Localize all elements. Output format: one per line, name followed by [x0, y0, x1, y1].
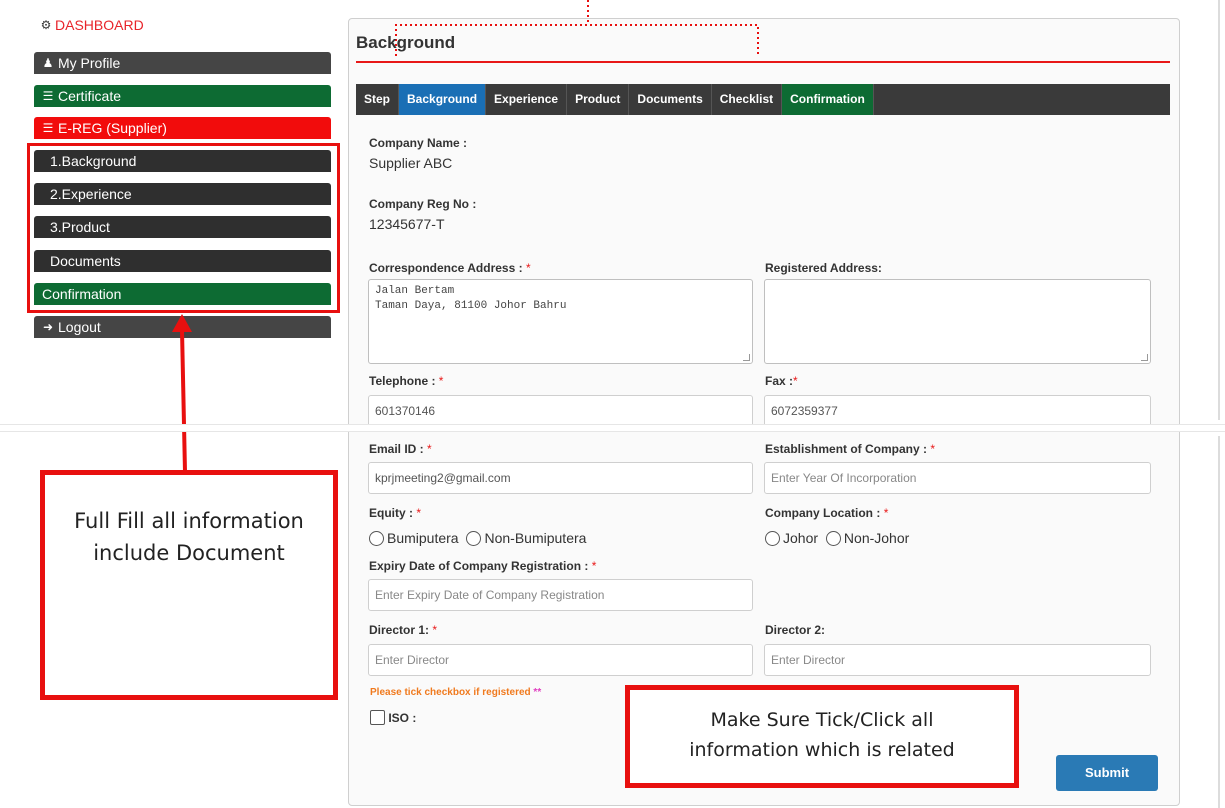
company-reg-value: 12345677-T [369, 216, 445, 232]
expiry-input[interactable]: Enter Expiry Date of Company Registratio… [368, 579, 753, 611]
telephone-input[interactable]: 601370146 [368, 395, 753, 427]
sidebar-item-label: Certificate [58, 88, 122, 104]
page-title: Background [356, 33, 456, 52]
director1-input[interactable]: Enter Director [368, 644, 753, 676]
tab-confirmation[interactable]: Confirmation [782, 84, 874, 115]
company-reg-label: Company Reg No : [369, 197, 477, 211]
sidebar-item-label: Logout [58, 319, 101, 335]
radio-johor[interactable]: Johor [765, 530, 818, 546]
annotation-box-left: Full Fill all information include Docume… [40, 470, 338, 700]
annotation-text: Make Sure Tick/Click all information whi… [689, 709, 955, 761]
tab-product[interactable]: Product [567, 84, 630, 115]
annotation-text: Full Fill all information include Docume… [74, 509, 304, 565]
radio-bumiputera[interactable]: Bumiputera [369, 530, 459, 546]
email-input[interactable]: kprjmeeting2@gmail.com [368, 462, 753, 494]
list-icon: ☰ [42, 121, 54, 135]
radio-circle-icon [466, 531, 482, 546]
screenshot-seam [0, 425, 1225, 431]
sidebar-item-label: E-REG (Supplier) [58, 120, 167, 136]
reg-address-input[interactable] [764, 279, 1151, 364]
email-label: Email ID : * [369, 442, 432, 456]
step-tabs: Step Background Experience Product Docum… [356, 84, 1170, 115]
fax-label: Fax :* [765, 374, 798, 388]
resize-grip[interactable] [1141, 354, 1148, 361]
tab-checklist[interactable]: Checklist [712, 84, 783, 115]
company-name-value: Supplier ABC [369, 155, 453, 171]
tab-background[interactable]: Background [399, 84, 487, 115]
checkbox-icon [370, 710, 385, 725]
tick-note: Please tick checkbox if registered ** [370, 687, 542, 698]
iso-label: ISO : [388, 711, 417, 725]
fax-input[interactable]: 6072359377 [764, 395, 1151, 427]
resize-grip[interactable] [743, 354, 750, 361]
establishment-input[interactable]: Enter Year Of Incorporation [764, 462, 1151, 494]
telephone-label: Telephone : * [369, 374, 444, 388]
radio-non-bumiputera[interactable]: Non-Bumiputera [466, 530, 586, 546]
director2-input[interactable]: Enter Director [764, 644, 1151, 676]
equity-radio-group: Bumiputera Non-Bumiputera [369, 530, 586, 546]
list-icon: ☰ [42, 89, 54, 103]
radio-circle-icon [369, 531, 384, 546]
location-radio-group: Johor Non-Johor [765, 530, 909, 546]
sidebar-item-e-reg[interactable]: ☰ E-REG (Supplier) [34, 117, 331, 139]
company-name-label: Company Name : [369, 136, 468, 150]
user-icon: ♟ [42, 56, 54, 70]
iso-checkbox[interactable]: ISO : [370, 710, 416, 725]
radio-circle-icon [825, 531, 841, 546]
director1-label: Director 1: * [369, 623, 438, 637]
equity-label: Equity : * [369, 506, 422, 520]
establishment-label: Establishment of Company : * [765, 442, 936, 456]
tab-documents[interactable]: Documents [629, 84, 712, 115]
scrollbar-track[interactable] [1218, 436, 1220, 808]
annotation-box-bottom: Make Sure Tick/Click all information whi… [625, 685, 1019, 788]
sidebar-item-my-profile[interactable]: ♟ My Profile [34, 52, 331, 74]
director2-label: Director 2: [765, 623, 826, 637]
corr-address-label: Correspondence Address : * [369, 261, 531, 275]
tab-experience[interactable]: Experience [486, 84, 568, 115]
dashboard-icon: ⚙ [40, 18, 52, 32]
sidebar-item-label: My Profile [58, 55, 121, 71]
dashboard-label: DASHBOARD [55, 17, 144, 33]
tab-step[interactable]: Step [356, 84, 400, 115]
corr-address-input[interactable]: Jalan Bertam Taman Daya, 81100 Johor Bah… [368, 279, 753, 364]
title-underline [356, 61, 1170, 63]
sign-out-icon: ➜ [42, 320, 54, 334]
reg-address-label: Registered Address: [765, 261, 882, 275]
location-label: Company Location : * [765, 506, 889, 520]
submit-button[interactable]: Submit [1056, 755, 1158, 791]
radio-circle-icon [765, 531, 780, 546]
arrow-icon [172, 314, 192, 473]
scrollbar-track[interactable] [1218, 0, 1220, 420]
sidebar-item-certificate[interactable]: ☰ Certificate [34, 85, 331, 107]
radio-non-johor[interactable]: Non-Johor [825, 530, 909, 546]
dashboard-link[interactable]: ⚙ DASHBOARD [40, 17, 144, 33]
corr-address-text: Jalan Bertam Taman Daya, 81100 Johor Bah… [375, 285, 567, 312]
expiry-label: Expiry Date of Company Registration : * [369, 559, 597, 573]
highlight-outline [27, 143, 340, 313]
